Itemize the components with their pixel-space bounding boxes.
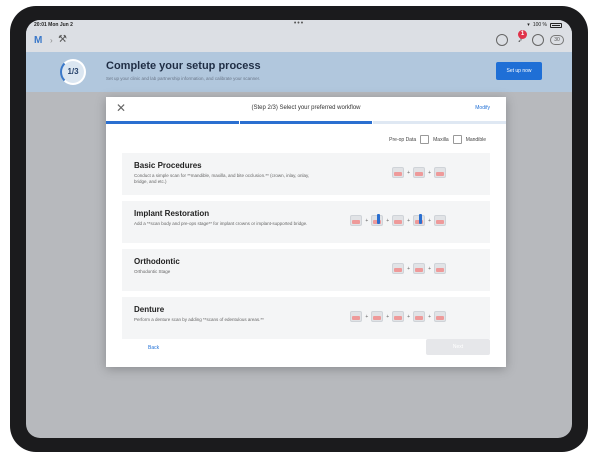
- workflow-steps: + + + +: [350, 214, 446, 226]
- device-frame: 20:01 Mon Jun 2 ••• ▾ 100 % M › ⚒ ♪ 1 30: [0, 0, 594, 459]
- workflow-card-implant[interactable]: Implant Restoration Add a **scan body an…: [122, 201, 490, 243]
- next-button[interactable]: Next: [426, 339, 490, 355]
- scan-stage-icon: [392, 311, 405, 322]
- scan-body-icon: [371, 214, 384, 226]
- mandible-checkbox[interactable]: [452, 135, 462, 144]
- header-icons: ♪ 1 30: [496, 30, 564, 46]
- settings-icon[interactable]: [532, 34, 544, 46]
- modal-footer: Back Next: [106, 339, 506, 367]
- workflow-steps: + +: [392, 263, 446, 274]
- workflow-steps: + +: [392, 167, 446, 178]
- preop-options: Pre-op Data Maxilla Mandible: [389, 135, 486, 144]
- preop-label: Pre-op Data: [389, 136, 417, 143]
- scan-stage-icon: [413, 167, 426, 178]
- workflow-title: Implant Restoration: [134, 209, 210, 218]
- step-progress: [106, 121, 506, 124]
- setup-now-button[interactable]: Set up now: [496, 62, 542, 80]
- scan-stage-icon: [434, 215, 446, 226]
- scan-stage-icon: [413, 311, 426, 322]
- setup-subtitle: Set up your clinic and lab partnership i…: [106, 76, 261, 81]
- workflow-description: Add a **scan body and pre-ops stage** fo…: [134, 221, 308, 226]
- setup-banner: 1/3 Complete your setup process Set up y…: [26, 52, 572, 92]
- status-time: 20:01 Mon Jun 2: [34, 22, 73, 28]
- account-icon[interactable]: [496, 34, 508, 46]
- setup-title: Complete your setup process: [106, 60, 261, 72]
- maxilla-checkbox[interactable]: [420, 135, 430, 144]
- scan-stage-icon: [350, 311, 363, 322]
- workflow-steps: + + + +: [350, 311, 446, 322]
- workflow-description: Perform a denture scan by adding **scans…: [134, 317, 264, 322]
- step-3: [372, 121, 506, 124]
- maxilla-label: Maxilla: [433, 136, 449, 143]
- scan-stage-icon: [371, 311, 384, 322]
- scan-body-icon: [413, 214, 426, 226]
- scan-stage-icon: [434, 167, 446, 178]
- workflow-modal: ✕ (Step 2/3) Select your preferred workf…: [106, 97, 506, 367]
- workflow-card-orthodontic[interactable]: Orthodontic Orthodontic Stage + +: [122, 249, 490, 291]
- mandible-label: Mandible: [465, 136, 486, 143]
- scan-stage-icon: [434, 311, 446, 322]
- wifi-icon: ▾: [527, 22, 530, 28]
- status-right: ▾ 100 %: [527, 22, 562, 28]
- scan-stage-icon: [392, 167, 405, 178]
- workflow-list: Basic Procedures Conduct a simple scan f…: [122, 153, 490, 349]
- status-bar: 20:01 Mon Jun 2 ••• ▾ 100 %: [26, 20, 572, 30]
- modify-link[interactable]: Modify: [475, 105, 490, 111]
- scan-stage-icon: [434, 263, 446, 274]
- workflow-title: Denture: [134, 305, 165, 314]
- notification-bell-icon[interactable]: ♪ 1: [514, 30, 527, 46]
- app-screen: 20:01 Mon Jun 2 ••• ▾ 100 % M › ⚒ ♪ 1 30: [26, 20, 572, 438]
- app-logo[interactable]: M: [34, 35, 42, 46]
- setup-progress-ring: 1/3: [60, 59, 86, 85]
- modal-title: (Step 2/3) Select your preferred workflo…: [251, 105, 361, 111]
- scan-stage-icon: [413, 263, 426, 274]
- chevron-right-icon: ›: [50, 36, 53, 45]
- scan-stage-icon: [350, 215, 363, 226]
- workflow-card-denture[interactable]: Denture Perform a denture scan by adding…: [122, 297, 490, 339]
- scan-stage-icon: [392, 263, 405, 274]
- battery-icon: [550, 22, 562, 28]
- workflow-title: Basic Procedures: [134, 161, 202, 170]
- step-1: [106, 121, 239, 124]
- profile-pill[interactable]: 30: [550, 35, 564, 45]
- workflow-title: Orthodontic: [134, 257, 180, 266]
- step-2: [238, 121, 373, 124]
- app-header: M › ⚒ ♪ 1 30: [26, 30, 572, 52]
- back-button[interactable]: Back: [148, 345, 159, 351]
- workflow-description: Conduct a simple scan for **mandible, ma…: [134, 173, 310, 185]
- scan-stage-icon: [392, 215, 405, 226]
- tools-icon[interactable]: ⚒: [58, 34, 67, 45]
- workflow-description: Orthodontic Stage: [134, 269, 171, 274]
- battery-label: 100 %: [532, 22, 547, 28]
- workflow-card-basic[interactable]: Basic Procedures Conduct a simple scan f…: [122, 153, 490, 195]
- modal-header: ✕ (Step 2/3) Select your preferred workf…: [106, 97, 506, 121]
- notification-badge: 1: [518, 30, 527, 39]
- multitask-dots[interactable]: •••: [294, 20, 304, 27]
